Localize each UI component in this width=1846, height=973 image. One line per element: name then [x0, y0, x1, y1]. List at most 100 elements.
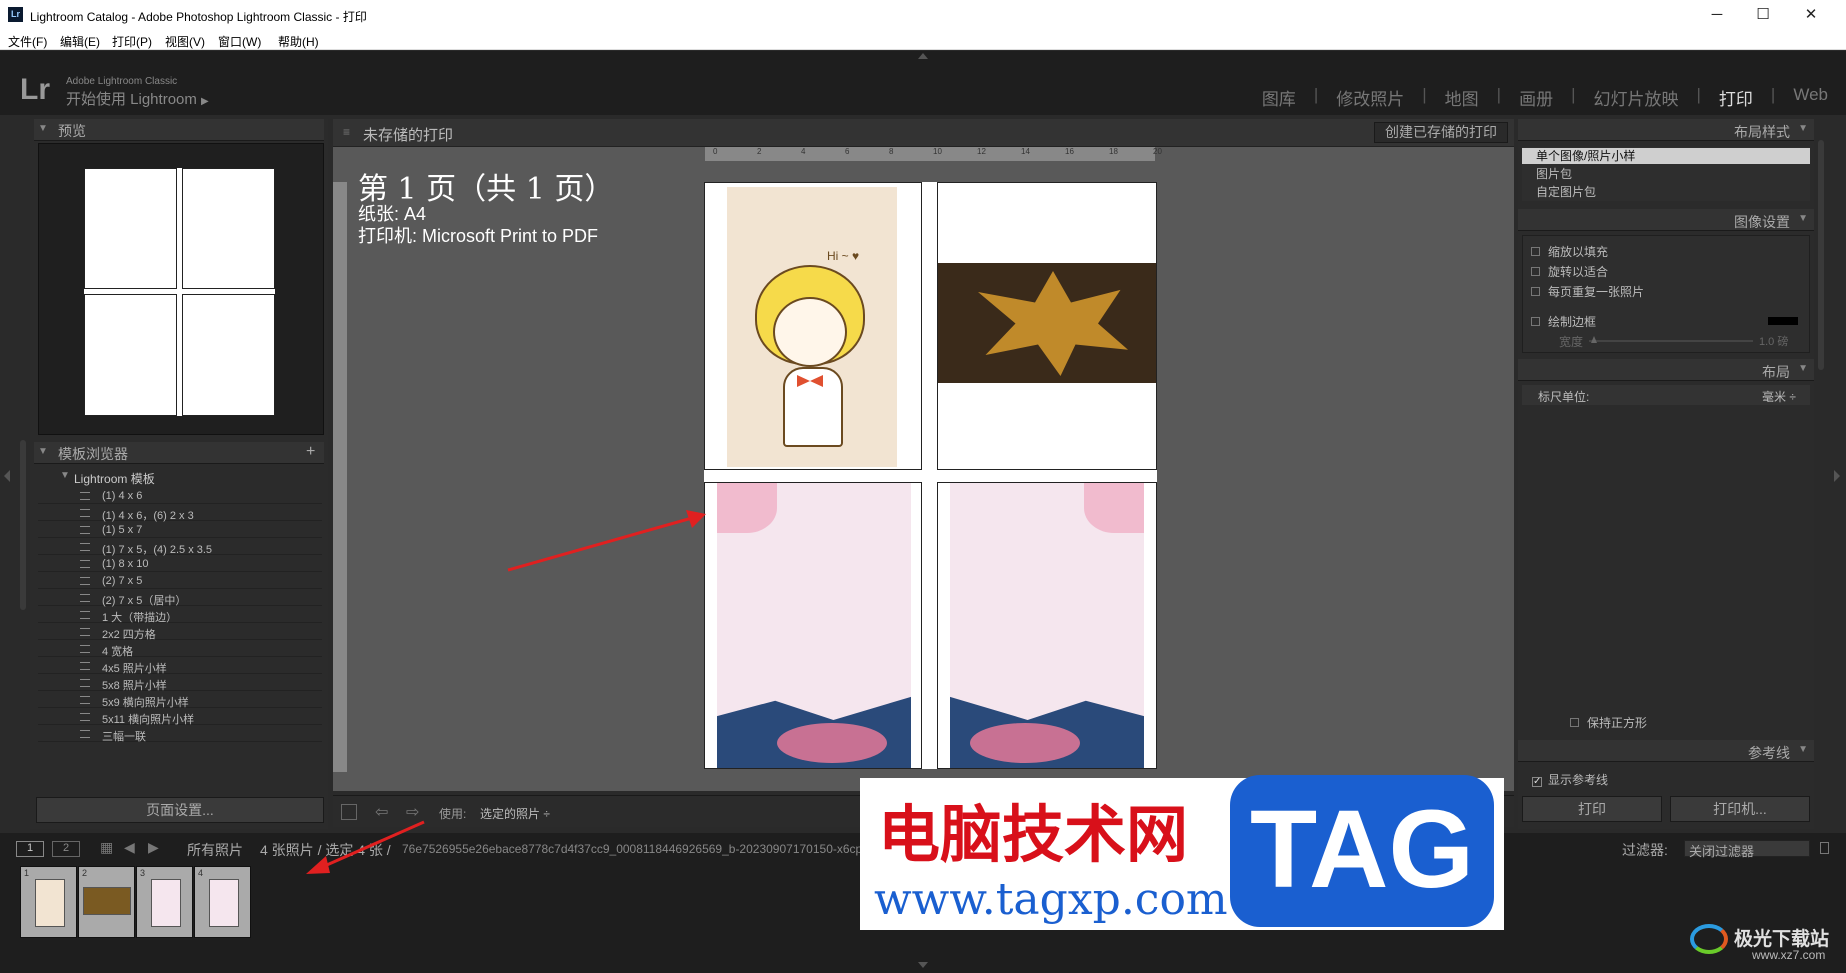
ruler-mark: 8: [889, 147, 894, 156]
template-item[interactable]: 2x2 四方格: [38, 623, 322, 641]
rotate-to-fit-option[interactable]: 旋转以适合: [1531, 263, 1608, 280]
template-item[interactable]: (1) 8 x 10: [38, 555, 322, 572]
collapse-triangle-icon: ▼: [38, 446, 48, 457]
filter-select[interactable]: 关闭过滤器: [1684, 840, 1810, 859]
photo-cell-1[interactable]: Hi ~ ♥: [704, 182, 922, 470]
use-select[interactable]: 选定的照片 ÷: [480, 805, 550, 822]
maximize-button[interactable]: ☐: [1740, 4, 1786, 26]
ruler-mark: 0: [713, 147, 718, 156]
filmstrip-thumbnail[interactable]: 4: [194, 866, 251, 938]
layout-style-title: 布局样式: [1734, 124, 1790, 140]
module-print[interactable]: 打印: [1719, 85, 1753, 110]
collapse-left-icon[interactable]: [4, 470, 10, 482]
border-width-slider[interactable]: [1589, 340, 1753, 342]
module-map[interactable]: 地图: [1445, 85, 1479, 110]
template-icon: [80, 526, 90, 534]
module-web[interactable]: Web: [1793, 85, 1828, 110]
repeat-one-photo-option[interactable]: 每页重复一张照片: [1531, 283, 1644, 300]
blossom-bottom: [970, 723, 1080, 763]
template-item[interactable]: 5x9 横向照片小样: [38, 691, 322, 709]
checkbox-icon: [1531, 287, 1540, 296]
template-item[interactable]: (2) 7 x 5（居中）: [38, 589, 322, 607]
menu-file[interactable]: 文件(F): [8, 33, 47, 50]
add-template-icon[interactable]: +: [306, 443, 315, 461]
menu-print[interactable]: 打印(P): [112, 33, 152, 50]
ruler-units-select[interactable]: 毫米 ÷: [1762, 388, 1796, 405]
module-library[interactable]: 图库: [1262, 85, 1296, 110]
preview-header[interactable]: ▼ 预览: [34, 119, 324, 141]
window-title: Lightroom Catalog - Adobe Photoshop Ligh…: [30, 10, 367, 24]
module-separator: |: [1313, 85, 1319, 104]
right-scrollbar[interactable]: [1818, 140, 1824, 370]
blossom-photo: [717, 483, 911, 768]
zoom-to-fill-option[interactable]: 缩放以填充: [1531, 243, 1608, 260]
template-item[interactable]: 5x8 照片小样: [38, 674, 322, 692]
image-settings-header[interactable]: 图像设置 ▼: [1518, 209, 1814, 231]
style-picture-package[interactable]: 图片包: [1522, 166, 1810, 182]
draw-border-option[interactable]: 绘制边框: [1531, 313, 1596, 330]
template-folder[interactable]: ▼ Lightroom 模板: [38, 467, 324, 487]
menu-help[interactable]: 帮助(H): [278, 33, 319, 50]
template-item[interactable]: 4x5 照片小样: [38, 657, 322, 675]
create-saved-print-button[interactable]: 创建已存储的打印: [1374, 122, 1508, 143]
guides-header[interactable]: 参考线 ▼: [1518, 740, 1814, 762]
border-color-swatch[interactable]: [1768, 317, 1798, 325]
print-button[interactable]: 打印: [1522, 796, 1662, 822]
source-label[interactable]: 所有照片: [187, 840, 243, 860]
template-item[interactable]: 4 宽格: [38, 640, 322, 658]
forward-arrow-icon[interactable]: ▶: [148, 839, 159, 856]
leaf-photo: [938, 263, 1156, 383]
module-slideshow[interactable]: 幻灯片放映: [1594, 85, 1679, 110]
template-item[interactable]: 5x11 横向照片小样: [38, 708, 322, 726]
page-setup-button[interactable]: 页面设置...: [36, 797, 324, 823]
module-book[interactable]: 画册: [1519, 85, 1553, 110]
menu-view[interactable]: 视图(V): [165, 33, 205, 50]
corner-title: 极光下载站: [1734, 929, 1830, 950]
style-single-image[interactable]: 单个图像/照片小样: [1522, 148, 1810, 164]
border-width-value: 1.0 磅: [1759, 336, 1789, 348]
photo-cell-2[interactable]: [937, 182, 1157, 470]
filter-lock-icon[interactable]: [1820, 842, 1829, 854]
template-item[interactable]: (1) 4 x 6: [38, 487, 322, 504]
menu-edit[interactable]: 编辑(E): [60, 33, 100, 50]
template-icon: [80, 509, 90, 517]
filmstrip-thumbnail[interactable]: 2: [78, 866, 135, 938]
identity-getting-started[interactable]: 开始使用 Lightroom ▶: [66, 88, 209, 109]
layout-style-header[interactable]: 布局样式 ▼: [1518, 119, 1814, 141]
template-item[interactable]: (1) 4 x 6，(6) 2 x 3: [38, 504, 322, 522]
template-label: 三幅一联: [102, 731, 146, 743]
photo-cell-4[interactable]: [937, 482, 1157, 769]
monitor-2-button[interactable]: 2: [52, 841, 80, 857]
close-button[interactable]: ✕: [1788, 4, 1834, 26]
collapse-right-icon[interactable]: [1834, 470, 1840, 482]
template-item[interactable]: 三幅一联: [38, 725, 322, 743]
style-custom-package[interactable]: 自定图片包: [1522, 184, 1810, 200]
grid-view-icon[interactable]: ▦: [100, 839, 113, 856]
filmstrip-thumbnail[interactable]: 3: [136, 866, 193, 938]
repeat-one-photo-label: 每页重复一张照片: [1548, 285, 1645, 299]
preview-page: [84, 168, 275, 416]
template-browser-header[interactable]: ▼ 模板浏览器 +: [34, 442, 324, 464]
filmstrip-thumbnail[interactable]: 1: [20, 866, 77, 938]
module-develop[interactable]: 修改照片: [1336, 85, 1404, 110]
back-arrow-icon[interactable]: ◀: [124, 839, 135, 856]
preview-cell: [84, 168, 177, 289]
keep-square-option[interactable]: 保持正方形: [1570, 714, 1647, 731]
left-scrollbar[interactable]: [20, 440, 26, 610]
collapse-triangle-icon: ▼: [1798, 744, 1808, 755]
border-width-label: 宽度: [1559, 335, 1584, 349]
template-item[interactable]: 1 大（带描边）: [38, 606, 322, 624]
layout-header[interactable]: 布局 ▼: [1518, 359, 1814, 381]
printer-button[interactable]: 打印机...: [1670, 796, 1810, 822]
ruler-mark: 16: [1065, 147, 1074, 156]
printer-info: 打印机: Microsoft Print to PDF: [358, 226, 599, 246]
menu-window[interactable]: 窗口(W): [218, 33, 261, 50]
template-item[interactable]: (1) 5 x 7: [38, 521, 322, 538]
photo-cell-3[interactable]: [704, 482, 922, 769]
template-icon: [80, 713, 90, 721]
show-guides-option[interactable]: ✓ 显示参考线: [1532, 771, 1608, 788]
template-item[interactable]: (1) 7 x 5，(4) 2.5 x 3.5: [38, 538, 322, 556]
monitor-1-button[interactable]: 1: [16, 841, 44, 857]
template-item[interactable]: (2) 7 x 5: [38, 572, 322, 589]
minimize-button[interactable]: ─: [1694, 4, 1740, 26]
